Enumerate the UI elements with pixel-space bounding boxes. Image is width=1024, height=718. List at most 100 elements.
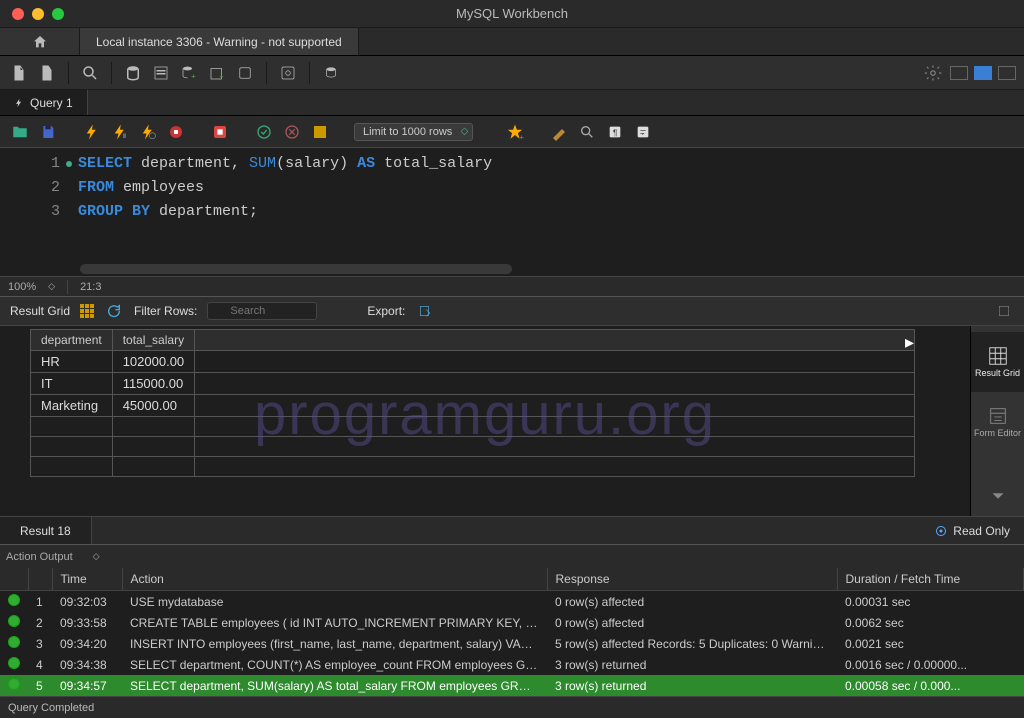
statusbar: Query Completed	[0, 696, 1024, 718]
save-icon[interactable]	[38, 122, 58, 142]
rollback-icon[interactable]	[282, 122, 302, 142]
beautify-icon[interactable]	[549, 122, 569, 142]
success-icon	[8, 657, 20, 669]
explain-icon[interactable]	[138, 122, 158, 142]
zoom-level[interactable]: 100%	[8, 281, 36, 293]
maximize-window-icon[interactable]	[52, 8, 64, 20]
result-toolbar: Result Grid Filter Rows: Export:	[0, 296, 1024, 326]
home-tab[interactable]	[0, 28, 80, 55]
settings-gear-icon[interactable]	[922, 62, 944, 84]
toggle-1-icon[interactable]	[210, 122, 230, 142]
open-file-icon[interactable]	[10, 122, 30, 142]
output-row[interactable]: 509:34:57SELECT department, SUM(salary) …	[0, 675, 1024, 696]
export-icon[interactable]	[415, 301, 435, 321]
close-window-icon[interactable]	[12, 8, 24, 20]
form-editor-button[interactable]: Form Editor	[971, 392, 1024, 452]
output-column-header[interactable]: Time	[52, 568, 122, 591]
line-gutter: 123	[0, 148, 78, 276]
filter-label: Filter Rows:	[134, 304, 197, 318]
stop-icon[interactable]	[166, 122, 186, 142]
inspector-icon[interactable]	[79, 62, 101, 84]
minimize-window-icon[interactable]	[32, 8, 44, 20]
db-icon-6[interactable]	[277, 62, 299, 84]
output-row[interactable]: 209:33:58CREATE TABLE employees ( id INT…	[0, 612, 1024, 633]
form-view-icon	[985, 405, 1011, 427]
execute-current-icon[interactable]	[110, 122, 130, 142]
svg-text:¶: ¶	[613, 128, 617, 137]
db-icon-3[interactable]: +	[178, 62, 200, 84]
scroll-down-icon[interactable]	[971, 476, 1024, 516]
output-row[interactable]: 409:34:38SELECT department, COUNT(*) AS …	[0, 654, 1024, 675]
filter-input[interactable]	[207, 302, 317, 320]
result-tabs: Result 18 Read Only	[0, 516, 1024, 544]
find-icon[interactable]	[577, 122, 597, 142]
result-grid-button[interactable]: Result Grid	[971, 332, 1024, 392]
code-area[interactable]: SELECT department, SUM(salary) AS total_…	[78, 148, 1024, 276]
commit-icon[interactable]	[254, 122, 274, 142]
query-tab-label: Query 1	[30, 96, 73, 110]
svg-text:+: +	[520, 132, 525, 141]
db-icon-4[interactable]: +	[206, 62, 228, 84]
invisible-icon[interactable]: ¶	[605, 122, 625, 142]
lightning-icon	[14, 97, 24, 109]
status-text: Query Completed	[8, 702, 94, 714]
sql-editor[interactable]: 123 SELECT department, SUM(salary) AS to…	[0, 148, 1024, 276]
grid-view-icon	[985, 345, 1011, 367]
result-grid-wrap: ▸ programguru.org departmenttotal_salary…	[0, 326, 1024, 516]
column-header[interactable]: department	[31, 330, 113, 351]
db-icon-2[interactable]	[150, 62, 172, 84]
table-row[interactable]: HR102000.00	[31, 351, 915, 373]
read-only-indicator: Read Only	[921, 517, 1024, 544]
db-icon-1[interactable]	[122, 62, 144, 84]
success-icon	[8, 615, 20, 627]
output-row[interactable]: 109:32:03USE mydatabase0 row(s) affected…	[0, 591, 1024, 613]
wrap-icon[interactable]	[633, 122, 653, 142]
export-label: Export:	[367, 304, 405, 318]
connection-tab[interactable]: Local instance 3306 - Warning - not supp…	[80, 28, 359, 55]
db-icon-5[interactable]	[234, 62, 256, 84]
maximize-result-icon[interactable]	[994, 301, 1014, 321]
editor-toolbar: Limit to 1000 rows + ¶	[0, 116, 1024, 148]
caret-right-icon[interactable]: ▸	[905, 332, 914, 353]
execute-icon[interactable]	[82, 122, 102, 142]
success-icon	[8, 636, 20, 648]
zoom-bar: 100% ◇ 21:3	[0, 276, 1024, 296]
table-row[interactable]: Marketing45000.00	[31, 395, 915, 417]
output-column-header[interactable]	[28, 568, 52, 591]
column-header[interactable]: total_salary	[112, 330, 194, 351]
horizontal-scrollbar[interactable]	[80, 264, 1020, 274]
output-column-header[interactable]: Duration / Fetch Time	[837, 568, 1024, 591]
cursor-position: 21:3	[80, 281, 101, 293]
table-row[interactable]: IT115000.00	[31, 373, 915, 395]
svg-text:+: +	[191, 71, 196, 80]
autocommit-icon[interactable]	[310, 122, 330, 142]
connection-tabs: Local instance 3306 - Warning - not supp…	[0, 28, 1024, 56]
grid-icon[interactable]	[80, 304, 94, 318]
panel-right-icon[interactable]	[998, 66, 1016, 80]
output-column-header[interactable]: Response	[547, 568, 837, 591]
db-icon-7[interactable]	[320, 62, 342, 84]
output-row[interactable]: 309:34:20INSERT INTO employees (first_na…	[0, 633, 1024, 654]
result-grid[interactable]: ▸ programguru.org departmenttotal_salary…	[0, 326, 970, 516]
limit-dropdown[interactable]: Limit to 1000 rows	[354, 123, 473, 141]
traffic-lights	[0, 8, 64, 20]
output-header: Action Output ◇	[0, 544, 1024, 568]
refresh-icon[interactable]	[104, 301, 124, 321]
query-tab[interactable]: Query 1	[0, 90, 88, 115]
output-column-header[interactable]	[0, 568, 28, 591]
titlebar: MySQL Workbench	[0, 0, 1024, 28]
app-title: MySQL Workbench	[456, 6, 568, 21]
open-sql-icon[interactable]	[36, 62, 58, 84]
star-icon[interactable]: +	[505, 122, 525, 142]
readonly-icon	[935, 525, 947, 537]
result-side-buttons: Result Grid Form Editor	[970, 326, 1024, 516]
panel-left-icon[interactable]	[950, 66, 968, 80]
result-tab[interactable]: Result 18	[0, 517, 92, 544]
output-dropdown[interactable]: Action Output ◇	[6, 551, 100, 563]
new-sql-tab-icon[interactable]	[8, 62, 30, 84]
success-icon	[8, 594, 20, 606]
output-column-header[interactable]: Action	[122, 568, 547, 591]
panel-bottom-icon[interactable]	[974, 66, 992, 80]
main-toolbar: + +	[0, 56, 1024, 90]
home-icon	[32, 34, 48, 50]
